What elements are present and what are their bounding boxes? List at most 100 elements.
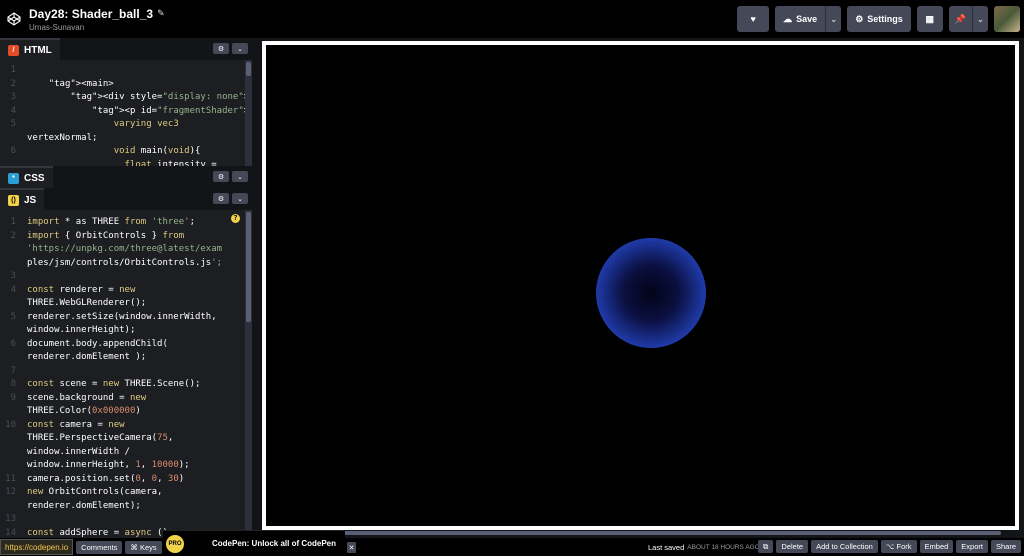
js-scroll-thumb[interactable] — [246, 212, 251, 322]
code-text: camera.position.set(0, 0, 30) — [27, 473, 185, 484]
line-number: 3 — [10, 92, 16, 102]
help-question-icon[interactable]: ? — [231, 214, 240, 223]
code-text: "tag"><p id="fragmentShader"> — [92, 105, 249, 116]
tab-js[interactable]: () JS — [0, 188, 45, 210]
code-line: 3 "tag"><div style="display: none"> — [0, 91, 252, 105]
line-number: 7 — [10, 365, 16, 376]
line-number: 13 — [5, 514, 16, 524]
code-line: 9 scene.background = new — [0, 392, 252, 406]
last-saved-status: Last saved ABOUT 18 HOURS AGO — [648, 538, 760, 556]
editors-panel: / HTML ⚙ ⌄ 12 "tag"><main> 3 "tag"><div s… — [0, 38, 252, 538]
code-line: 6 document.body.appendChild( — [0, 338, 252, 352]
pin-dropdown-chevron-icon[interactable]: ⌄ — [972, 6, 988, 32]
code-line: 2 "tag"><main> — [0, 78, 252, 92]
code-text: THREE.Color(0x000000) — [27, 406, 141, 416]
html-code-editor[interactable]: 12 "tag"><main> 3 "tag"><div style="displ… — [0, 60, 252, 166]
add-to-collection-button[interactable]: Add to Collection — [811, 540, 878, 553]
html-settings-gear-icon[interactable]: ⚙ — [213, 43, 229, 54]
tab-css-label: CSS — [24, 172, 45, 184]
code-text: THREE.WebGLRenderer(); — [27, 298, 147, 308]
code-line: 11 camera.position.set(0, 0, 30) — [0, 473, 252, 487]
code-text: ples/jsm/controls/OrbitControls.js'; — [27, 257, 223, 268]
code-line: ples/jsm/controls/OrbitControls.js'; — [0, 257, 252, 271]
code-text: import { OrbitControls } from — [27, 230, 185, 241]
edit-pencil-icon[interactable]: ✎ — [157, 8, 165, 19]
line-number: 8 — [10, 379, 16, 389]
pin-button[interactable]: 📌 ⌄ — [948, 6, 988, 32]
tab-html[interactable]: / HTML — [0, 38, 60, 60]
tab-css[interactable]: * CSS — [0, 166, 53, 188]
preview-scroll-thumb[interactable] — [266, 531, 1001, 535]
avatar[interactable] — [994, 6, 1020, 32]
line-number: 3 — [10, 271, 16, 281]
last-saved-label: Last saved — [648, 542, 685, 552]
code-text: scene.background = new — [27, 392, 147, 403]
open-external-icon[interactable]: ⧉ — [758, 540, 774, 553]
code-line: THREE.WebGLRenderer(); — [0, 297, 252, 311]
settings-button[interactable]: ⚙ Settings — [847, 6, 911, 32]
code-line: 4 const renderer = new — [0, 284, 252, 298]
gear-icon: ⚙ — [855, 13, 864, 24]
webgl-canvas[interactable] — [266, 45, 1015, 526]
code-line: 'https://unpkg.com/three@latest/exam — [0, 243, 252, 257]
status-url: https://codepen.io — [0, 539, 74, 555]
code-line: 4 "tag"><p id="fragmentShader"> — [0, 105, 252, 119]
html-scroll-thumb[interactable] — [246, 62, 251, 76]
js-icon: () — [8, 194, 19, 206]
comments-button[interactable]: Comments — [76, 540, 123, 554]
html-collapse-chevron-icon[interactable]: ⌄ — [232, 43, 248, 54]
line-number: 12 — [5, 487, 16, 497]
preview-frame[interactable] — [262, 41, 1019, 530]
preview-horizontal-scrollbar[interactable] — [262, 530, 1019, 536]
code-text: renderer.setSize(window.innerWidth, — [27, 311, 217, 322]
like-button[interactable]: ♥ — [737, 6, 770, 32]
code-text: document.body.appendChild( — [27, 338, 168, 349]
fork-button[interactable]: ⌥ Fork — [880, 540, 917, 553]
line-number: 10 — [5, 419, 16, 430]
css-settings-gear-icon[interactable]: ⚙ — [213, 171, 229, 182]
change-view-button[interactable]: ▦ — [916, 6, 943, 32]
code-text: const camera = new — [27, 419, 125, 430]
line-number: 5 — [10, 119, 16, 129]
code-text: const addSphere = async () — [27, 527, 168, 538]
export-button[interactable]: Export — [956, 540, 988, 553]
settings-label: Settings — [867, 14, 903, 24]
code-text: window.innerHeight, 1, 10000); — [27, 460, 190, 470]
code-text: window.innerWidth / — [27, 446, 130, 457]
last-saved-time: ABOUT 18 HOURS AGO — [687, 543, 760, 551]
code-line: 5 renderer.setSize(window.innerWidth, — [0, 311, 252, 325]
line-number: 6 — [10, 338, 16, 349]
code-line: window.innerHeight); — [0, 324, 252, 338]
code-line: 6 void main(void){ — [0, 145, 252, 159]
code-text: 'https://unpkg.com/three@latest/exam — [27, 244, 223, 254]
line-number: 11 — [5, 473, 16, 484]
save-dropdown-chevron-icon[interactable]: ⌄ — [825, 6, 841, 32]
shader-sphere — [596, 238, 706, 348]
delete-button[interactable]: Delete — [776, 540, 809, 553]
pen-title[interactable]: Day28: Shader_ball_3 — [29, 7, 153, 21]
keys-button[interactable]: ⌘ Keys — [125, 540, 162, 554]
code-line: THREE.PerspectiveCamera(75, — [0, 432, 252, 446]
code-text: new OrbitControls(camera, — [27, 487, 163, 497]
line-number: 2 — [10, 78, 16, 89]
embed-button[interactable]: Embed — [919, 540, 954, 553]
close-promo-icon[interactable]: ✕ — [347, 542, 356, 553]
code-text: varying vec3 — [113, 119, 179, 129]
code-line: float intensity = — [0, 159, 252, 167]
layout-icon: ▦ — [925, 13, 935, 24]
js-code-editor[interactable]: 1 import * as THREE from 'three'; 2 import … — [0, 210, 252, 538]
code-text: "tag"><main> — [48, 78, 114, 89]
js-settings-gear-icon[interactable]: ⚙ — [213, 193, 229, 204]
codepen-logo-icon[interactable] — [7, 12, 21, 26]
code-line: THREE.Color(0x000000) — [0, 405, 252, 419]
author-name[interactable]: Umas-Sunavan — [29, 23, 165, 32]
code-text: renderer.domElement ); — [27, 352, 147, 362]
css-collapse-chevron-icon[interactable]: ⌄ — [232, 171, 248, 182]
js-collapse-chevron-icon[interactable]: ⌄ — [232, 193, 248, 204]
pro-promo-banner[interactable]: PRO CodePen: Unlock all of CodePen — [163, 530, 345, 556]
save-button[interactable]: ☁ Save ⌄ — [775, 6, 842, 32]
share-button[interactable]: Share — [990, 540, 1021, 553]
code-line: window.innerWidth / — [0, 446, 252, 460]
code-line: 1 import * as THREE from 'three'; — [0, 216, 252, 230]
cloud-icon: ☁ — [783, 13, 793, 24]
